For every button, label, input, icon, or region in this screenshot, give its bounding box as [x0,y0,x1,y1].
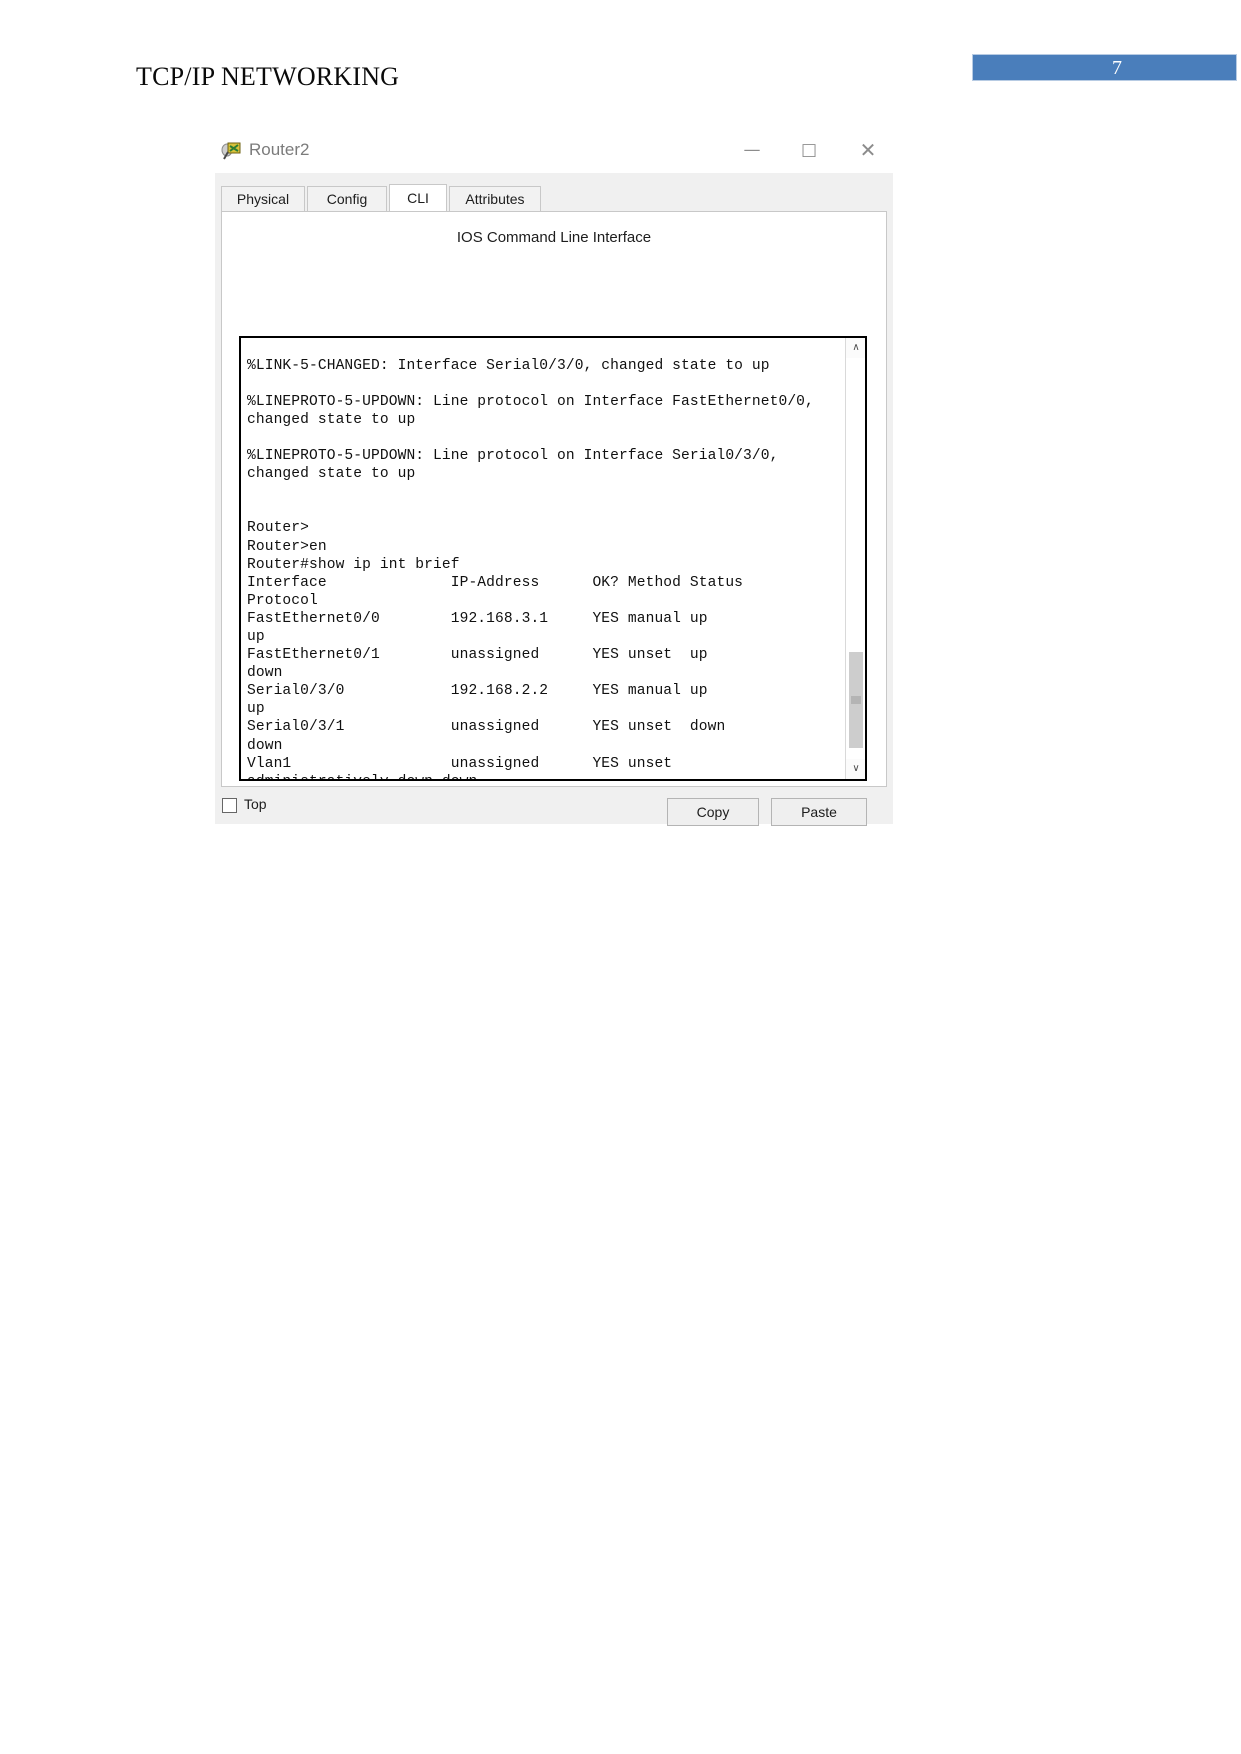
tab-config[interactable]: Config [307,186,387,212]
page-number-badge: 7 [972,54,1237,81]
top-checkbox-label: Top [244,796,267,812]
scrollbar-grip [851,696,861,704]
maximize-button[interactable]: □ [786,134,832,166]
router-device-icon [221,140,243,160]
terminal-scrollbar[interactable]: ∧ ∨ [845,338,865,779]
close-button[interactable]: ✕ [845,134,891,166]
window-title: Router2 [249,140,310,159]
device-window: Router2 — □ ✕ Physical Config CLI Attrib… [215,126,893,826]
tab-attributes[interactable]: Attributes [449,186,541,212]
tab-cli[interactable]: CLI [389,184,447,213]
cli-terminal[interactable]: %LINK-5-CHANGED: Interface Serial0/3/0, … [239,336,867,781]
cli-heading: IOS Command Line Interface [456,229,652,246]
cli-tab-panel: IOS Command Line Interface %LINK-5-CHANG… [221,211,887,826]
top-checkbox[interactable] [222,798,237,813]
window-bottom-bar: Top [215,787,893,824]
page-title: TCP/IP NETWORKING [136,62,400,91]
scroll-up-arrow-icon[interactable]: ∧ [846,338,865,358]
window-titlebar[interactable]: Router2 — □ ✕ [215,126,893,173]
scroll-down-arrow-icon[interactable]: ∨ [846,759,865,779]
tab-physical[interactable]: Physical [221,186,305,212]
cli-output-text: %LINK-5-CHANGED: Interface Serial0/3/0, … [247,357,814,779]
tab-bar: Physical Config CLI Attributes [221,184,887,213]
minimize-button[interactable]: — [729,134,775,166]
page-number: 7 [1112,56,1122,79]
